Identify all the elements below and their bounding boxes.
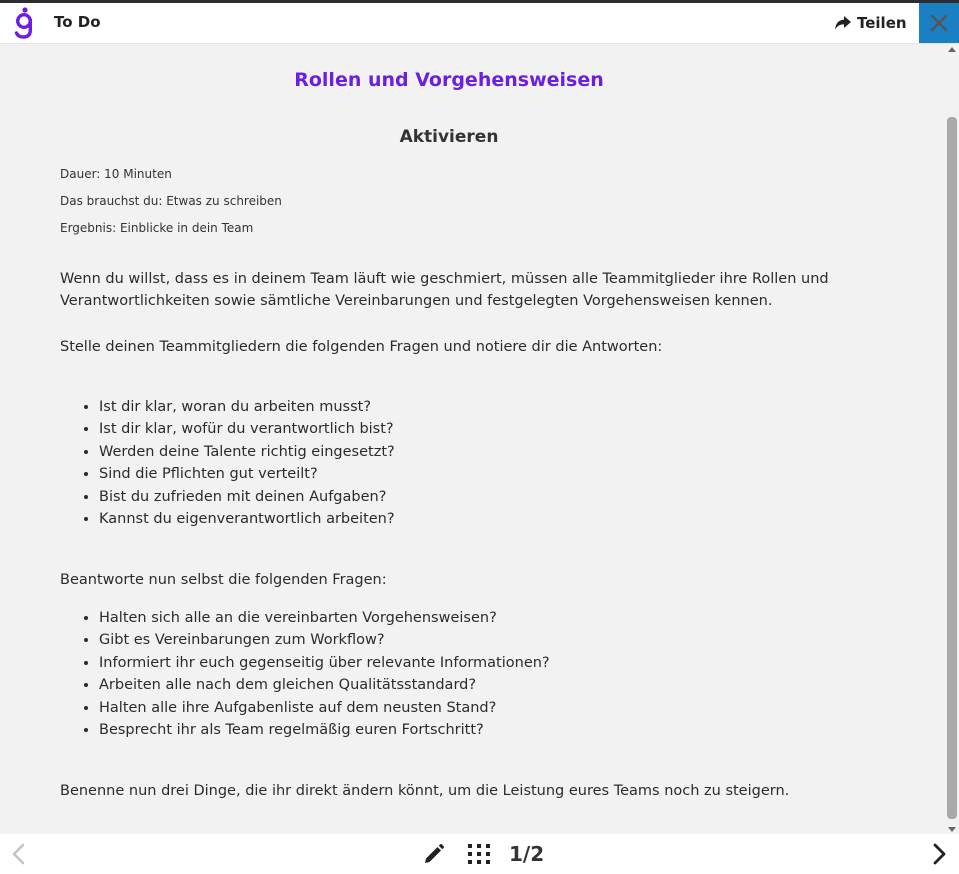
list-item: Halten alle ihre Aufgabenliste auf dem n…: [99, 697, 550, 719]
list-item: Arbeiten alle nach dem gleichen Qualität…: [99, 674, 550, 696]
list-item: Gibt es Vereinbarungen zum Workflow?: [99, 629, 550, 651]
ask-intro-paragraph: Stelle deinen Teammitgliedern die folgen…: [60, 339, 663, 355]
content-area: Rollen und Vorgehensweisen Aktivieren Da…: [0, 44, 945, 834]
list-item: Kannst du eigenverantwortlich arbeiten?: [99, 508, 395, 530]
result-text: Ergebnis: Einblicke in dein Team: [60, 221, 254, 235]
chevron-left-icon[interactable]: [8, 842, 30, 866]
caret-up-icon: [948, 46, 956, 52]
answer-intro-paragraph: Beantworte nun selbst die folgenden Frag…: [60, 572, 387, 588]
app-title: To Do: [54, 13, 101, 31]
list-item: Ist dir klar, woran du arbeiten musst?: [99, 396, 395, 418]
pencil-icon[interactable]: [423, 843, 445, 865]
scrollbar-thumb[interactable]: [947, 117, 957, 819]
page-indicator: 1/2: [509, 842, 545, 866]
vertical-scrollbar[interactable]: [945, 44, 959, 834]
close-icon: [930, 14, 948, 32]
chevron-right-icon[interactable]: [928, 842, 950, 866]
caret-down-icon: [948, 826, 956, 832]
share-arrow-icon: [835, 16, 851, 30]
scroll-up-arrow[interactable]: [945, 44, 959, 54]
list-item: Informiert ihr euch gegenseitig über rel…: [99, 652, 550, 674]
scroll-down-arrow[interactable]: [945, 824, 959, 834]
list-item: Ist dir klar, wofür du verantwortlich bi…: [99, 418, 395, 440]
list-item: Werden deine Talente richtig eingesetzt?: [99, 441, 395, 463]
brand-logo-icon: [14, 7, 33, 39]
section-heading: Aktivieren: [399, 127, 499, 147]
list-item: Besprecht ihr als Team regelmäßig euren …: [99, 719, 550, 741]
grid-icon[interactable]: [467, 843, 491, 865]
duration-text: Dauer: 10 Minuten: [60, 167, 172, 181]
list-item: Halten sich alle an die vereinbarten Vor…: [99, 607, 550, 629]
self-question-list: Halten sich alle an die vereinbarten Vor…: [60, 607, 550, 741]
share-label: Teilen: [857, 14, 907, 32]
footer-bar: 1/2: [0, 834, 959, 874]
materials-text: Das brauchst du: Etwas zu schreiben: [60, 194, 282, 208]
close-button[interactable]: [919, 3, 959, 43]
list-item: Bist du zufrieden mit deinen Aufgaben?: [99, 486, 395, 508]
list-item: Sind die Pflichten gut verteilt?: [99, 463, 395, 485]
page-title: Rollen und Vorgehensweisen: [294, 69, 604, 91]
closing-paragraph: Benenne nun drei Dinge, die ihr direkt ä…: [60, 783, 790, 799]
header-bar: To Do Teilen: [0, 3, 959, 44]
team-question-list: Ist dir klar, woran du arbeiten musst? I…: [60, 396, 395, 530]
intro-paragraph: Wenn du willst, dass es in deinem Team l…: [60, 271, 829, 309]
share-button[interactable]: Teilen: [834, 12, 907, 34]
